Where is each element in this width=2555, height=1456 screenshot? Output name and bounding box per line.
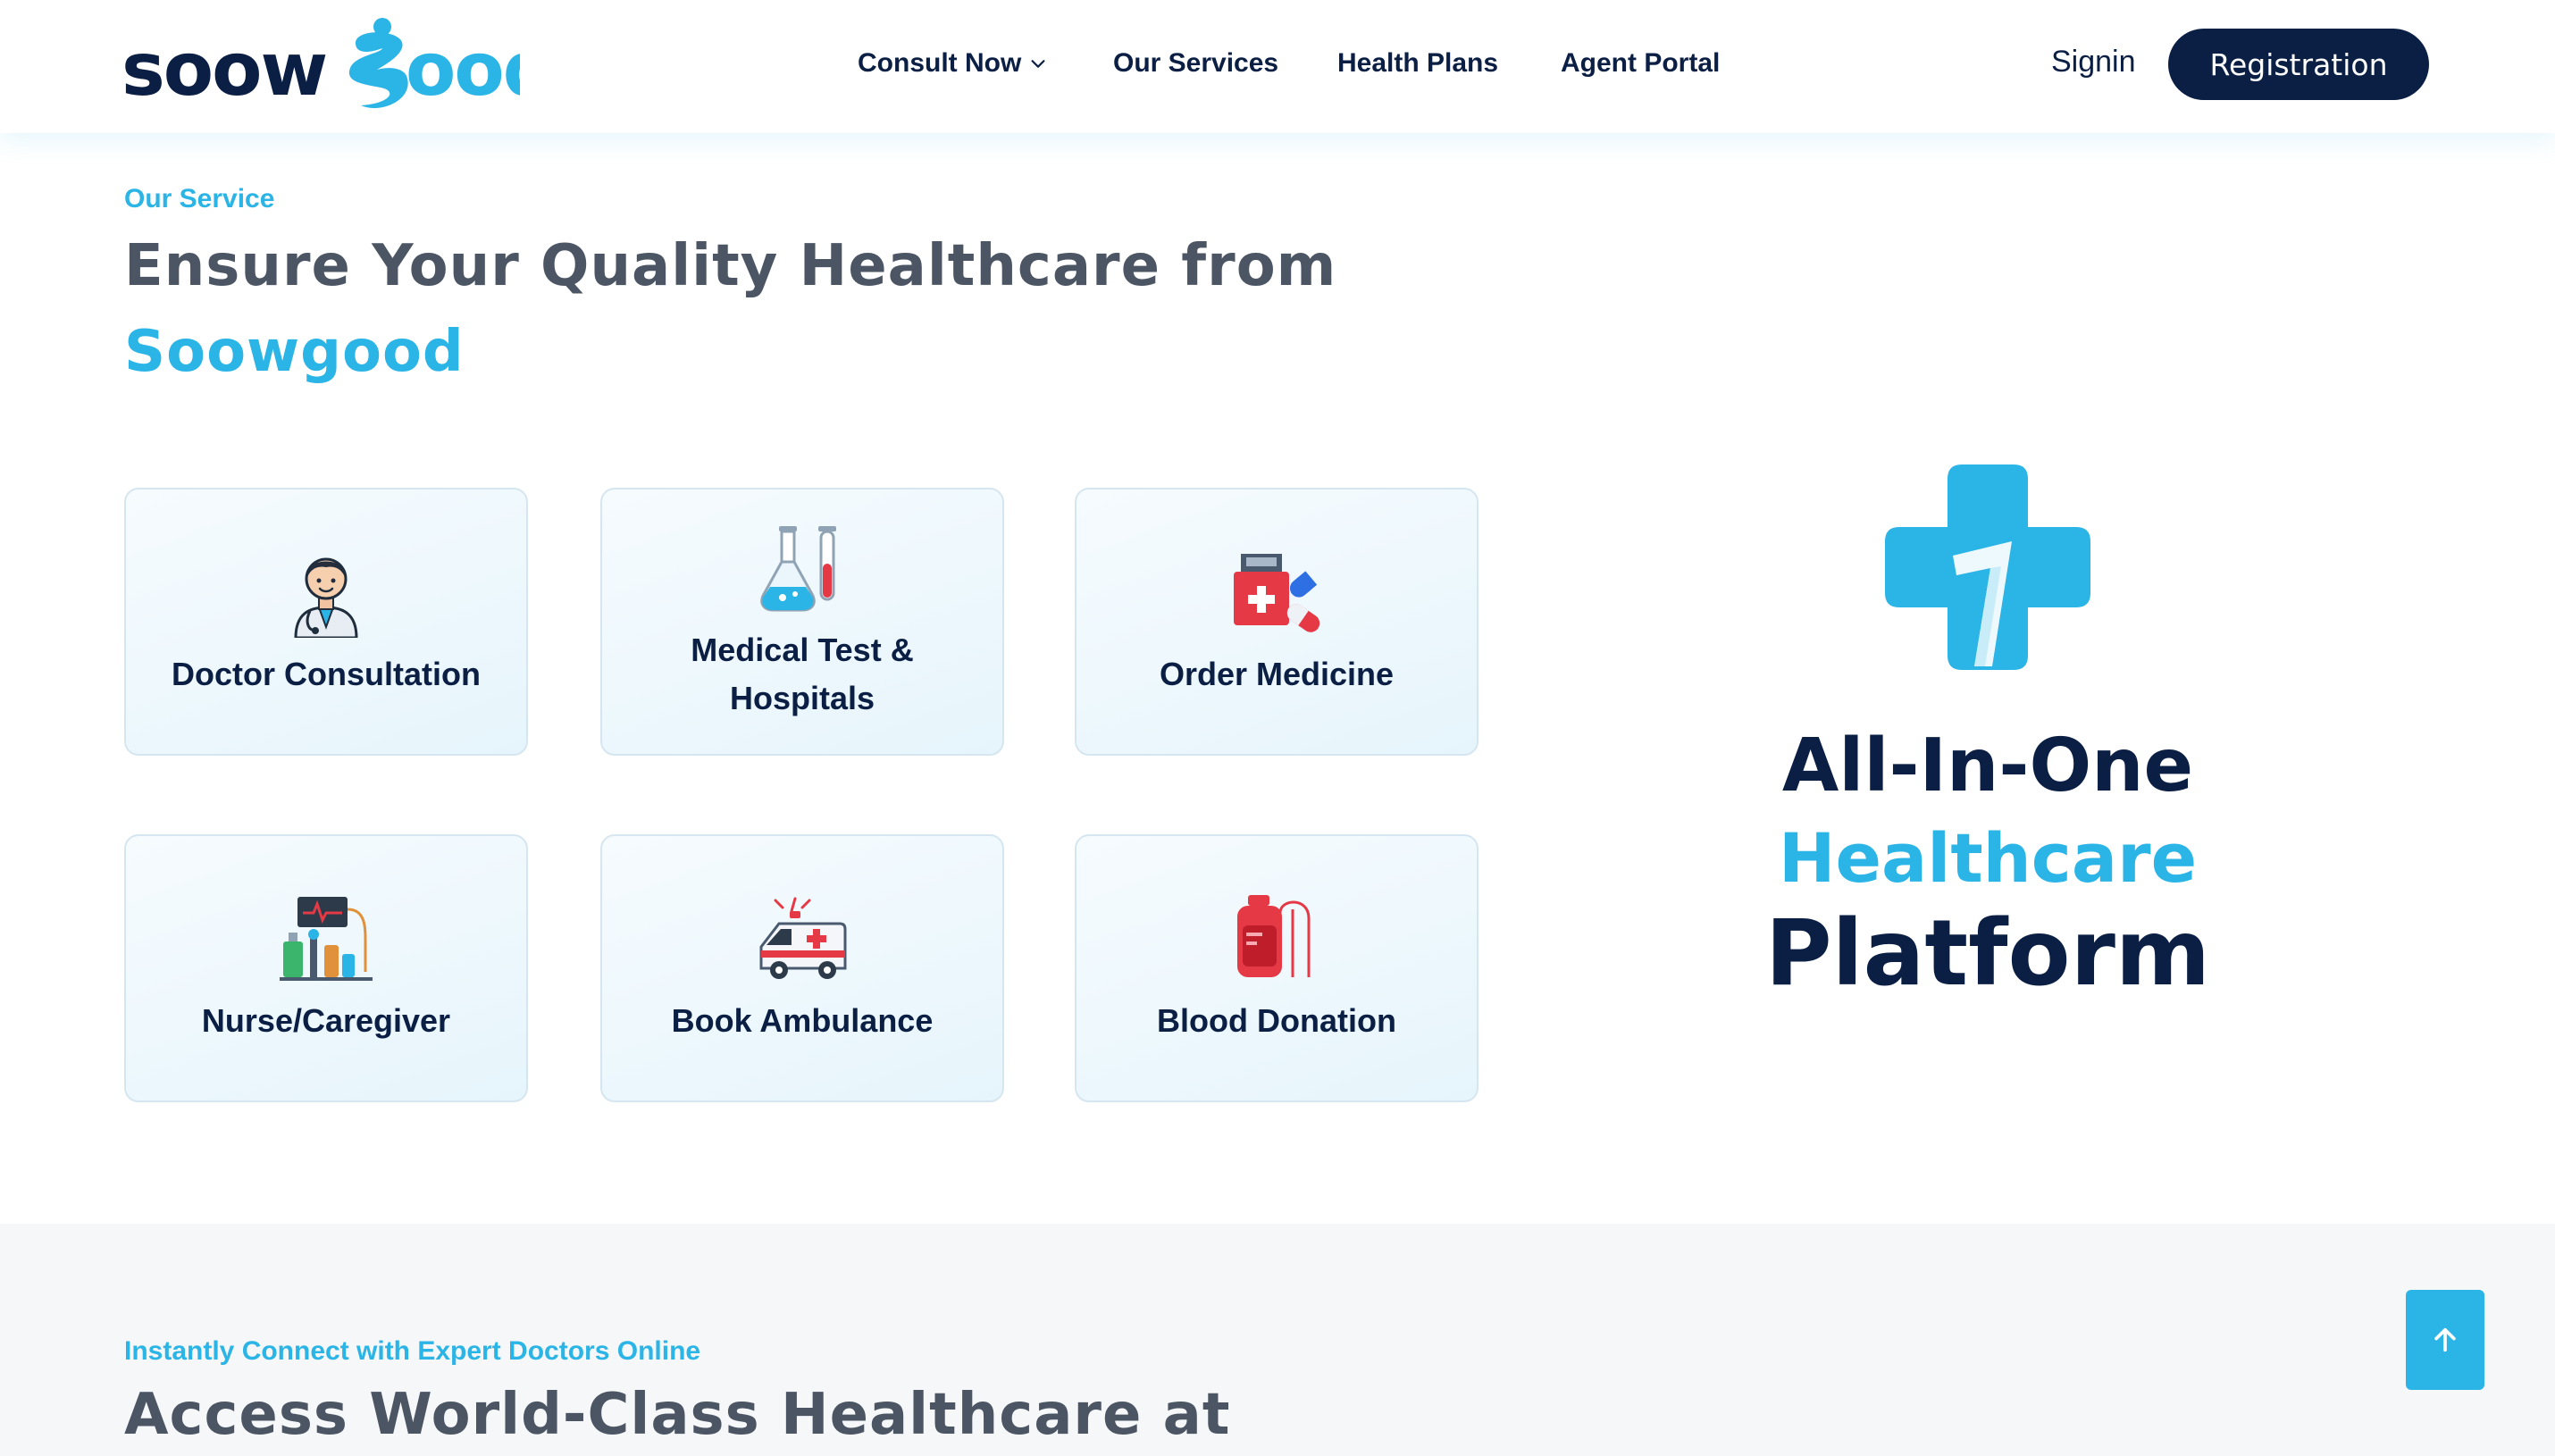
service-card-label: Order Medicine [1159, 656, 1395, 692]
nav-agent-portal[interactable]: Agent Portal [1561, 48, 1720, 79]
svg-text:soow: soow [121, 28, 326, 113]
connect-headline: Access World-Class Healthcare at [124, 1382, 1231, 1448]
promo-line-platform: Platform [1764, 900, 2211, 1007]
medical-cross-icon [1885, 464, 2090, 670]
promo-line-healthcare: Healthcare [1778, 818, 2198, 898]
arrow-up-icon [2434, 1327, 2456, 1352]
nav-consult-now[interactable]: Consult Now [858, 48, 1048, 79]
service-card-book-ambulance[interactable]: Book Ambulance [600, 834, 1004, 1102]
registration-button[interactable]: Registration [2168, 29, 2429, 100]
service-card-blood-donation[interactable]: Blood Donation [1075, 834, 1479, 1102]
svg-text:ood: ood [406, 28, 520, 113]
doctor-icon [294, 557, 358, 638]
nav-health-plans[interactable]: Health Plans [1337, 48, 1498, 79]
medicine-icon [1234, 554, 1320, 632]
nurse-equipment-icon [280, 897, 373, 981]
nav-consult-now-label: Consult Now [858, 48, 1022, 78]
service-card-label: Blood Donation [1157, 1002, 1396, 1039]
services-headline: Ensure Your Quality Healthcare from Soow… [124, 223, 1336, 395]
nav-our-services-label: Our Services [1113, 48, 1279, 78]
site-header: soow ood Consult Now Our Services Health… [0, 0, 2555, 133]
service-card-label: Doctor Consultation [172, 656, 481, 692]
all-in-one-promo: All-In-One Healthcare Platform [1697, 464, 2278, 1018]
ambulance-icon [759, 897, 847, 979]
scroll-to-top-button[interactable] [2406, 1290, 2484, 1390]
promo-line-all-in-one: All-In-One [1781, 724, 2194, 808]
service-card-label: Book Ambulance [671, 1002, 934, 1039]
nav-health-plans-label: Health Plans [1337, 48, 1499, 78]
service-card-label: Medical Test & Hospitals [691, 632, 914, 716]
service-card-doctor-consultation[interactable]: Doctor Consultation [124, 488, 528, 756]
service-card-nurse-caregiver[interactable]: Nurse/Caregiver [124, 834, 528, 1102]
service-card-label: Nurse/Caregiver [201, 1002, 451, 1039]
soowgood-logo[interactable]: soow ood [121, 14, 520, 120]
connect-section: Instantly Connect with Expert Doctors On… [0, 1224, 2555, 1456]
nav-our-services[interactable]: Our Services [1113, 48, 1278, 79]
service-card-medical-test[interactable]: Medical Test & Hospitals [600, 488, 1004, 756]
services-headline-accent: Soowgood [124, 319, 465, 385]
connect-eyebrow: Instantly Connect with Expert Doctors On… [124, 1336, 701, 1366]
chevron-down-icon [1031, 60, 1045, 68]
service-card-order-medicine[interactable]: Order Medicine [1075, 488, 1479, 756]
services-headline-text: Ensure Your Quality Healthcare from [124, 233, 1337, 299]
lab-flask-icon [760, 526, 836, 612]
services-eyebrow: Our Service [124, 184, 275, 213]
nav-agent-portal-label: Agent Portal [1561, 48, 1721, 78]
signin-link[interactable]: Signin [2051, 45, 2136, 79]
blood-bag-icon [1237, 895, 1311, 977]
